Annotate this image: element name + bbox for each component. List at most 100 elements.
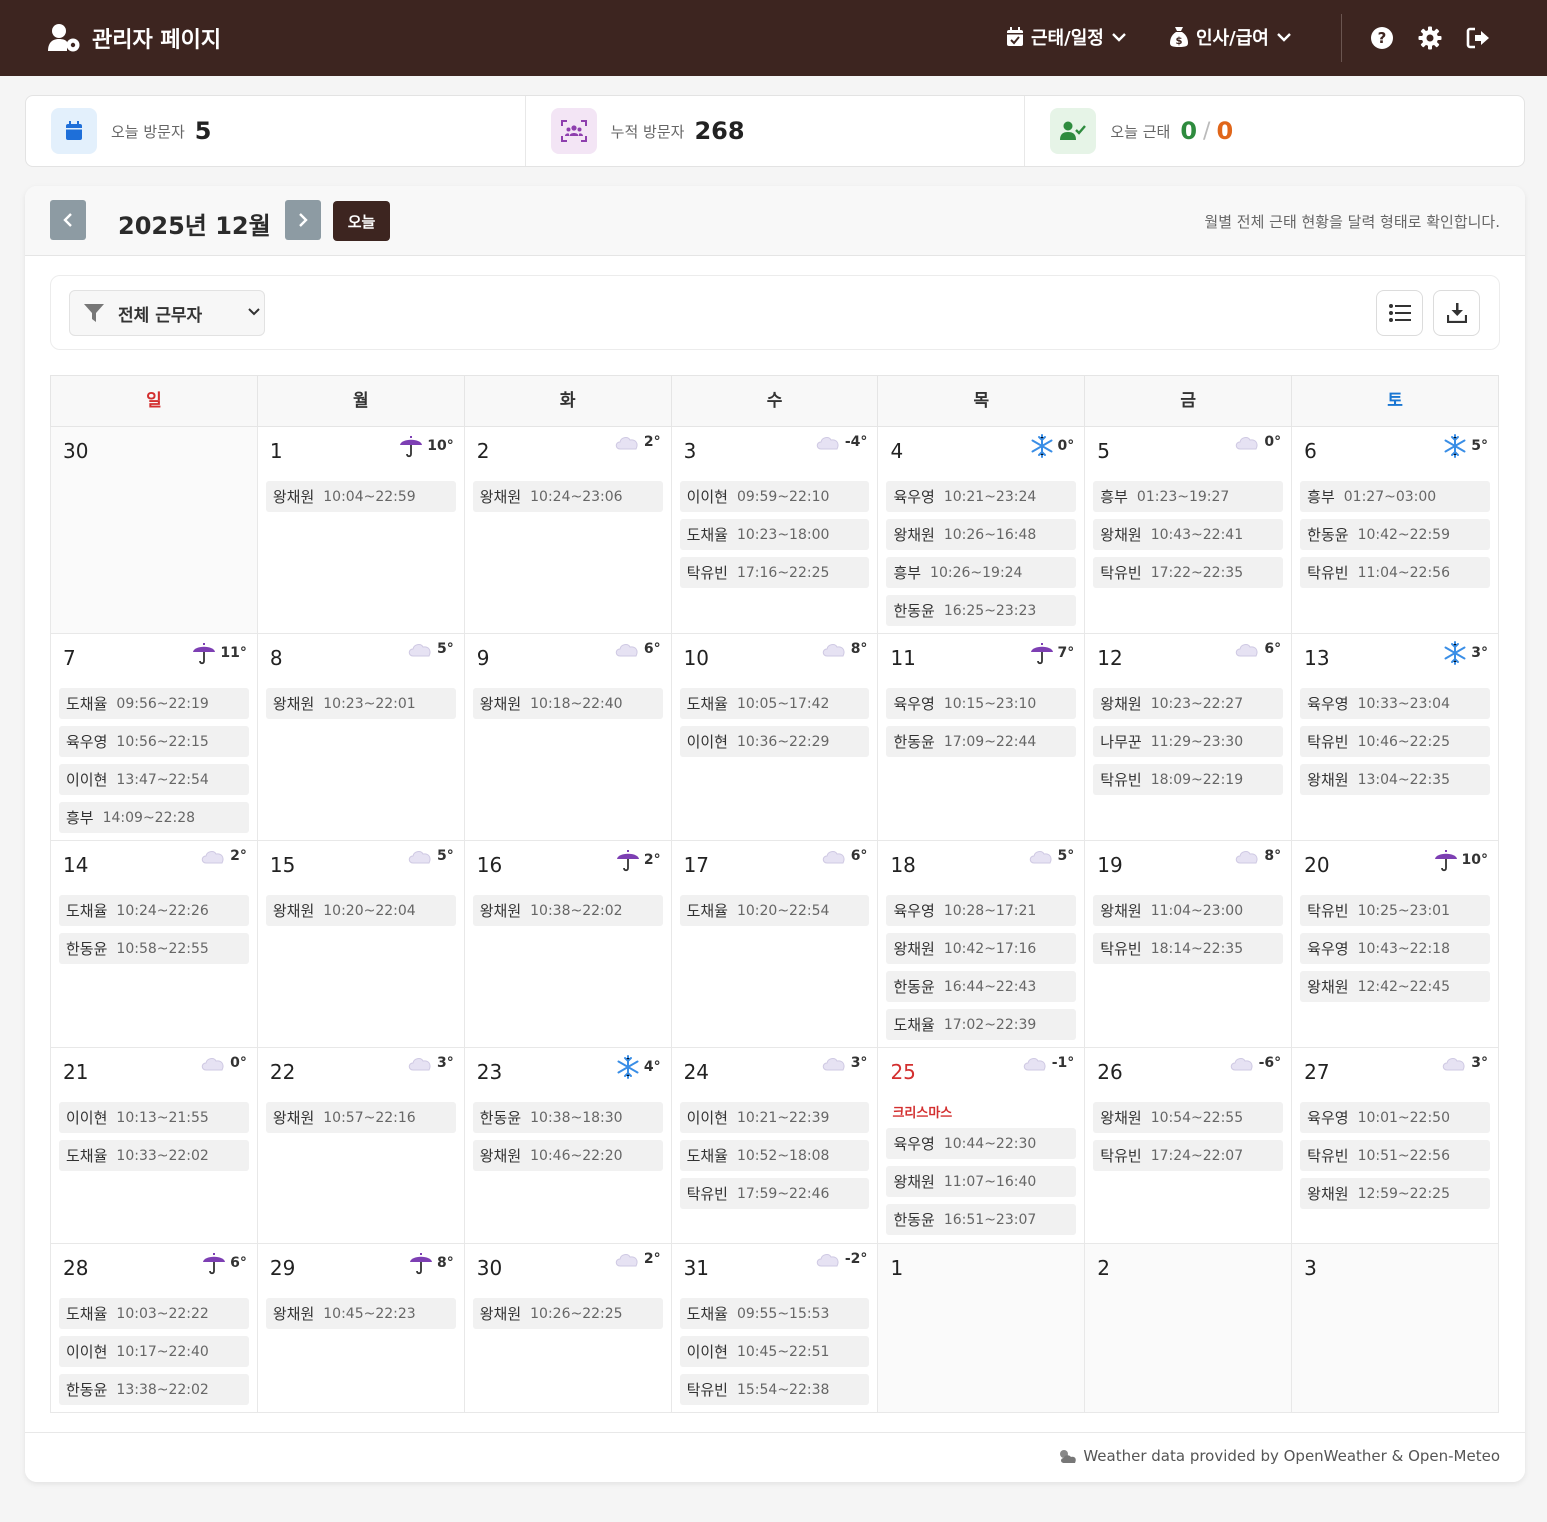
calendar-day-cell[interactable]: 19 8° 왕채원 11:04~23:00 탁유빈 18:14~22:35 bbox=[1085, 841, 1293, 1047]
calendar-day-cell[interactable]: 25 -1° 크리스마스 육우영 10:44~22:30 왕채원 11:07~16:40 한동… bbox=[878, 1048, 1086, 1243]
calendar-day-cell[interactable]: 15 5° 왕채원 10:20~22:04 bbox=[258, 841, 465, 1047]
shift-entry[interactable]: 이이현 10:36~22:29 bbox=[679, 726, 870, 757]
shift-entry[interactable]: 도채율 10:03~22:22 bbox=[59, 1298, 249, 1329]
shift-entry[interactable]: 육우영 10:21~23:24 bbox=[886, 481, 1077, 512]
shift-entry[interactable]: 육우영 10:33~23:04 bbox=[1300, 688, 1491, 719]
calendar-day-cell[interactable]: 4 0° 육우영 10:21~23:24 왕채원 10:26~16:48 흥부 10:26~1… bbox=[878, 427, 1086, 633]
shift-entry[interactable]: 왕채원 10:04~22:59 bbox=[265, 481, 456, 512]
next-month-button[interactable] bbox=[285, 200, 321, 240]
calendar-day-cell[interactable]: 3 -4° 이이현 09:59~22:10 도채율 10:23~18:00 탁유빈 17:16… bbox=[672, 427, 879, 633]
shift-entry[interactable]: 왕채원 10:38~22:02 bbox=[472, 895, 663, 926]
menu-hr[interactable]: $ 인사/급여 bbox=[1169, 24, 1291, 50]
shift-entry[interactable]: 육우영 10:28~17:21 bbox=[886, 895, 1077, 926]
calendar-day-cell[interactable]: 9 6° 왕채원 10:18~22:40 bbox=[465, 634, 672, 840]
calendar-day-cell[interactable]: 18 5° 육우영 10:28~17:21 왕채원 10:42~17:16 한동윤 16:44… bbox=[878, 841, 1086, 1047]
shift-entry[interactable]: 이이현 13:47~22:54 bbox=[59, 764, 249, 795]
shift-entry[interactable]: 흥부 01:27~03:00 bbox=[1300, 481, 1491, 512]
shift-entry[interactable]: 왕채원 10:43~22:41 bbox=[1093, 519, 1284, 550]
shift-entry[interactable]: 왕채원 13:04~22:35 bbox=[1300, 764, 1491, 795]
calendar-day-cell[interactable]: 1 10° 왕채원 10:04~22:59 bbox=[258, 427, 465, 633]
shift-entry[interactable]: 한동윤 10:42~22:59 bbox=[1300, 519, 1491, 550]
shift-entry[interactable]: 왕채원 11:07~16:40 bbox=[886, 1166, 1077, 1197]
shift-entry[interactable]: 탁유빈 17:22~22:35 bbox=[1093, 557, 1284, 588]
shift-entry[interactable]: 탁유빈 17:16~22:25 bbox=[679, 557, 870, 588]
today-button[interactable]: 오늘 bbox=[333, 201, 390, 241]
calendar-day-cell[interactable]: 22 3° 왕채원 10:57~22:16 bbox=[258, 1048, 465, 1243]
calendar-day-cell[interactable]: 17 6° 도채율 10:20~22:54 bbox=[672, 841, 879, 1047]
shift-entry[interactable]: 탁유빈 15:54~22:38 bbox=[679, 1374, 870, 1405]
shift-entry[interactable]: 육우영 10:44~22:30 bbox=[886, 1128, 1077, 1159]
shift-entry[interactable]: 도채율 09:56~22:19 bbox=[59, 688, 249, 719]
shift-entry[interactable]: 왕채원 12:59~22:25 bbox=[1300, 1178, 1491, 1209]
shift-entry[interactable]: 한동윤 10:58~22:55 bbox=[59, 933, 249, 964]
calendar-day-cell[interactable]: 5 0° 흥부 01:23~19:27 왕채원 10:43~22:41 탁유빈 17:22~2… bbox=[1085, 427, 1293, 633]
shift-entry[interactable]: 왕채원 10:23~22:27 bbox=[1093, 688, 1284, 719]
calendar-day-cell[interactable]: 30 2° 왕채원 10:26~22:25 bbox=[465, 1244, 672, 1412]
menu-attendance[interactable]: 근태/일정 bbox=[1006, 24, 1126, 50]
shift-entry[interactable]: 이이현 09:59~22:10 bbox=[679, 481, 870, 512]
calendar-day-cell[interactable]: 31 -2° 도채율 09:55~15:53 이이현 10:45~22:51 탁유빈 15:5… bbox=[672, 1244, 879, 1412]
shift-entry[interactable]: 왕채원 10:42~17:16 bbox=[886, 933, 1077, 964]
shift-entry[interactable]: 탁유빈 10:46~22:25 bbox=[1300, 726, 1491, 757]
calendar-day-cell[interactable]: 2 2° 왕채원 10:24~23:06 bbox=[465, 427, 672, 633]
shift-entry[interactable]: 왕채원 10:18~22:40 bbox=[472, 688, 663, 719]
shift-entry[interactable]: 한동윤 10:38~18:30 bbox=[472, 1102, 663, 1133]
gear-icon[interactable] bbox=[1418, 26, 1442, 50]
logout-icon[interactable] bbox=[1466, 26, 1490, 50]
calendar-day-cell[interactable]: 16 2° 왕채원 10:38~22:02 bbox=[465, 841, 672, 1047]
shift-entry[interactable]: 왕채원 10:57~22:16 bbox=[265, 1102, 456, 1133]
calendar-day-cell[interactable]: 10 8° 도채율 10:05~17:42 이이현 10:36~22:29 bbox=[672, 634, 879, 840]
calendar-day-cell[interactable]: 24 3° 이이현 10:21~22:39 도채율 10:52~18:08 탁유빈 17:59… bbox=[672, 1048, 879, 1243]
calendar-day-cell[interactable]: 3 bbox=[1292, 1244, 1500, 1412]
shift-entry[interactable]: 왕채원 10:46~22:20 bbox=[472, 1140, 663, 1171]
calendar-day-cell[interactable]: 11 7° 육우영 10:15~23:10 한동윤 17:09~22:44 bbox=[878, 634, 1086, 840]
shift-entry[interactable]: 왕채원 10:26~16:48 bbox=[886, 519, 1077, 550]
worker-filter-select[interactable]: 전체 근무자 bbox=[69, 290, 265, 336]
shift-entry[interactable]: 나무꾼 11:29~23:30 bbox=[1093, 726, 1284, 757]
shift-entry[interactable]: 한동윤 16:25~23:23 bbox=[886, 595, 1077, 626]
download-button[interactable] bbox=[1433, 290, 1480, 336]
shift-entry[interactable]: 탁유빈 11:04~22:56 bbox=[1300, 557, 1491, 588]
shift-entry[interactable]: 왕채원 10:24~23:06 bbox=[472, 481, 663, 512]
shift-entry[interactable]: 육우영 10:01~22:50 bbox=[1300, 1102, 1491, 1133]
shift-entry[interactable]: 한동윤 17:09~22:44 bbox=[886, 726, 1077, 757]
prev-month-button[interactable] bbox=[50, 200, 86, 240]
calendar-day-cell[interactable]: 6 5° 흥부 01:27~03:00 한동윤 10:42~22:59 탁유빈 11:04~2… bbox=[1292, 427, 1500, 633]
calendar-day-cell[interactable]: 13 3° 육우영 10:33~23:04 탁유빈 10:46~22:25 왕채원 13:04… bbox=[1292, 634, 1500, 840]
shift-entry[interactable]: 이이현 10:17~22:40 bbox=[59, 1336, 249, 1367]
shift-entry[interactable]: 탁유빈 18:14~22:35 bbox=[1093, 933, 1284, 964]
shift-entry[interactable]: 도채율 10:52~18:08 bbox=[679, 1140, 870, 1171]
calendar-day-cell[interactable]: 7 11° 도채율 09:56~22:19 육우영 10:56~22:15 이이현 13:47… bbox=[50, 634, 258, 840]
calendar-day-cell[interactable]: 14 2° 도채율 10:24~22:26 한동윤 10:58~22:55 bbox=[50, 841, 258, 1047]
shift-entry[interactable]: 도채율 10:23~18:00 bbox=[679, 519, 870, 550]
shift-entry[interactable]: 흥부 01:23~19:27 bbox=[1093, 481, 1284, 512]
shift-entry[interactable]: 이이현 10:21~22:39 bbox=[679, 1102, 870, 1133]
shift-entry[interactable]: 도채율 17:02~22:39 bbox=[886, 1009, 1077, 1040]
shift-entry[interactable]: 이이현 10:13~21:55 bbox=[59, 1102, 249, 1133]
shift-entry[interactable]: 한동윤 13:38~22:02 bbox=[59, 1374, 249, 1405]
shift-entry[interactable]: 한동윤 16:44~22:43 bbox=[886, 971, 1077, 1002]
shift-entry[interactable]: 흥부 14:09~22:28 bbox=[59, 802, 249, 833]
shift-entry[interactable]: 왕채원 12:42~22:45 bbox=[1300, 971, 1491, 1002]
brand[interactable]: 관리자 페이지 bbox=[48, 22, 221, 54]
shift-entry[interactable]: 탁유빈 18:09~22:19 bbox=[1093, 764, 1284, 795]
calendar-day-cell[interactable]: 12 6° 왕채원 10:23~22:27 나무꾼 11:29~23:30 탁유빈 18:09… bbox=[1085, 634, 1293, 840]
shift-entry[interactable]: 도채율 09:55~15:53 bbox=[679, 1298, 870, 1329]
shift-entry[interactable]: 육우영 10:56~22:15 bbox=[59, 726, 249, 757]
shift-entry[interactable]: 탁유빈 10:51~22:56 bbox=[1300, 1140, 1491, 1171]
shift-entry[interactable]: 도채율 10:05~17:42 bbox=[679, 688, 870, 719]
shift-entry[interactable]: 왕채원 10:23~22:01 bbox=[265, 688, 456, 719]
calendar-day-cell[interactable]: 29 8° 왕채원 10:45~22:23 bbox=[258, 1244, 465, 1412]
shift-entry[interactable]: 왕채원 10:45~22:23 bbox=[265, 1298, 456, 1329]
shift-entry[interactable]: 도채율 10:20~22:54 bbox=[679, 895, 870, 926]
shift-entry[interactable]: 육우영 10:43~22:18 bbox=[1300, 933, 1491, 964]
shift-entry[interactable]: 왕채원 11:04~23:00 bbox=[1093, 895, 1284, 926]
calendar-day-cell[interactable]: 1 bbox=[878, 1244, 1086, 1412]
shift-entry[interactable]: 왕채원 10:54~22:55 bbox=[1093, 1102, 1284, 1133]
shift-entry[interactable]: 왕채원 10:20~22:04 bbox=[265, 895, 456, 926]
shift-entry[interactable]: 도채율 10:24~22:26 bbox=[59, 895, 249, 926]
shift-entry[interactable]: 왕채원 10:26~22:25 bbox=[472, 1298, 663, 1329]
calendar-day-cell[interactable]: 23 4° 한동윤 10:38~18:30 왕채원 10:46~22:20 bbox=[465, 1048, 672, 1243]
help-icon[interactable]: ? bbox=[1370, 26, 1394, 50]
calendar-day-cell[interactable]: 26 -6° 왕채원 10:54~22:55 탁유빈 17:24~22:07 bbox=[1085, 1048, 1293, 1243]
